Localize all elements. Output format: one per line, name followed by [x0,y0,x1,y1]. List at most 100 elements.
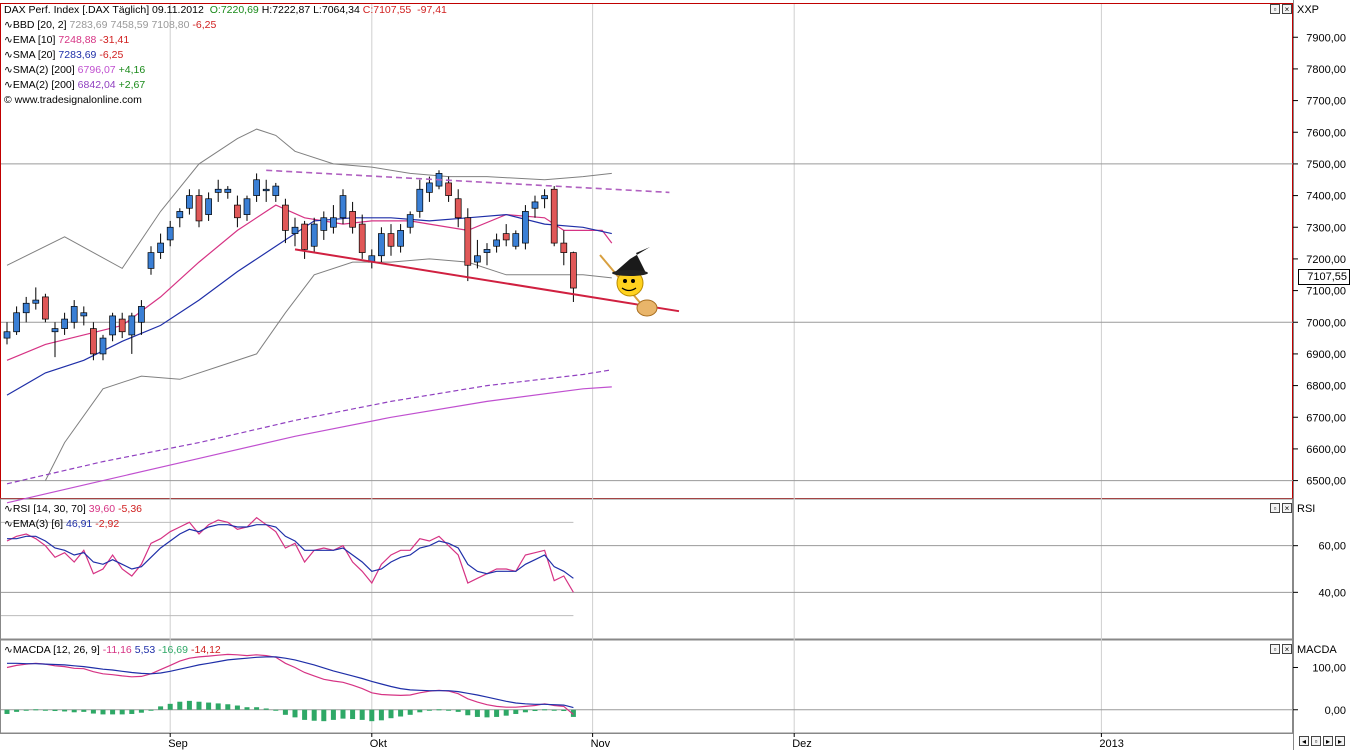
candle-body [272,185,280,196]
scroll-right-button[interactable]: ▸ [1323,736,1333,746]
macd-histogram-bar [350,709,356,720]
candle-body [61,318,68,329]
legend-macd-change: -14,12 [191,644,221,656]
y-tick-label: 7100,00 [1306,286,1346,298]
legend-bbd[interactable]: ∿BBD [20, 2] 7283,69 7458,59 7108,80 -6,25 [4,18,450,33]
price-legend: DAX Perf. Index [.DAX Täglich] 09.11.201… [4,3,450,108]
macd-legend: ∿MACDA [12, 26, 9] -11,16 5,53 -16,69 -14,12 [4,643,224,658]
candle-body [397,230,404,247]
candle-body [474,255,481,263]
macd-histogram-bar [330,709,336,720]
rsi-panel-restore-button[interactable]: ▫ [1270,503,1280,513]
macd-panel-restore-button[interactable]: ▫ [1270,644,1280,654]
candle-body [502,233,510,241]
legend-ema10[interactable]: ∿EMA [10] 7248,88 -31,41 [4,33,450,48]
sma200-line [6,386,612,504]
price-title-row: DAX Perf. Index [.DAX Täglich] 09.11.201… [4,3,450,18]
candle-body [32,299,40,304]
candle-body [176,211,184,219]
x-axis-ticks: Sep Okt Nov Dez 2013 [168,733,1124,750]
sma20-line [6,213,612,396]
legend-rsi-name: RSI [14, 30, 70] [12,503,86,515]
x-tick-label: Okt [370,738,387,750]
legend-rsi-ema-change: -2,92 [95,518,120,530]
macd-histogram-bar [484,709,490,718]
scroll-fit-button[interactable]: ▫ [1311,736,1321,746]
legend-rsi-ema-name: EMA(3) [6] [12,518,63,530]
candle-body [570,252,577,289]
y-tick-label: 60,00 [1318,541,1346,553]
macd-histogram-bar [446,709,452,711]
macd-histogram-bar [302,709,308,720]
candle-body [522,211,529,244]
legend-rsi-ema[interactable]: ∿EMA(3) [6] 46,91 -2,92 [4,517,145,532]
bollinger-bands [6,128,612,481]
candle-body [339,195,347,219]
macd-histogram-bar [340,709,346,719]
bollinger-lower-line [44,258,612,481]
legend-ema200[interactable]: ∿EMA(2) [200] 6842,04 +2,67 [4,78,450,93]
price-panel-restore-button[interactable]: ▫ [1270,4,1280,14]
candle-body [99,337,107,355]
legend-rsi-ema-value: 46,91 [66,518,93,530]
legend-sma20[interactable]: ∿SMA [20] 7283,69 -6,25 [4,48,450,63]
macd-histogram-bar [215,703,221,710]
candle-body [541,195,548,200]
legend-bbd-value: 7283,69 [69,19,108,31]
macd-histogram-bar [465,709,471,716]
legend-macd[interactable]: ∿MACDA [12, 26, 9] -11,16 5,53 -16,69 -14,12 [4,643,224,658]
macd-axis-title: MACDA [1297,644,1337,656]
macd-histogram-bar [254,707,260,710]
macd-histogram-bar [158,706,164,710]
legend-macd-name: MACDA [12, 26, 9] [12,644,100,656]
candle-body [80,312,88,317]
candle-body [454,198,462,219]
macd-signal-line [7,656,574,709]
legend-sma20-value: 7283,69 [58,49,97,61]
macd-histogram-bar [494,709,500,717]
macd-histogram-bar [311,709,317,721]
macd-histogram-bar [177,701,183,710]
y-tick-label: 7600,00 [1306,127,1346,139]
macd-histogram-bar [359,709,365,720]
chart-title: DAX Perf. Index [.DAX Täglich] 09.11.201… [4,4,204,16]
rsi-panel-close-button[interactable]: × [1282,503,1292,513]
macd-histogram-bar [62,709,68,712]
candle-body [51,328,59,333]
y-tick-label: 6600,00 [1306,444,1346,456]
y-tick-label: 6800,00 [1306,381,1346,393]
macd-histogram-bar [532,709,538,712]
macd-panel-close-button[interactable]: × [1282,644,1292,654]
candle-body [483,249,491,253]
legend-bbd-name: BBD [20, 2] [12,19,67,31]
scroll-end-button[interactable]: ▸ [1335,736,1345,746]
candle-body [109,315,116,336]
candle-body [118,318,126,333]
rsi-panel-frame [0,498,1293,640]
candle-body [157,242,164,253]
low-value: L:7064,34 [313,4,360,16]
chart-canvas: 6500,00 6600,00 6700,00 6800,00 6900,00 7000,… [0,0,1346,750]
candle-body [358,223,366,253]
candle-body [512,233,520,247]
candle-body [147,252,155,269]
legend-rsi[interactable]: ∿RSI [14, 30, 70] 39,60 -5,36 [4,502,145,517]
y-tick-label: 40,00 [1318,587,1346,599]
bollinger-upper-line [6,128,612,270]
macd-histogram-bar [503,709,509,716]
price-axis-title: XXP [1297,4,1320,16]
candle-body [282,204,289,231]
macd-histogram-bar [321,709,327,722]
legend-sma200[interactable]: ∿SMA(2) [200] 6796,07 +4,16 [4,63,450,78]
macd-histogram-bar [282,709,288,715]
candle-body [387,233,395,247]
candle-body [138,306,145,323]
price-panel-close-button[interactable]: × [1282,4,1292,14]
rsi-axis-title: RSI [1297,503,1316,515]
macd-histogram-bar [542,709,548,711]
y-tick-label: 7500,00 [1306,159,1346,171]
macd-line [6,653,574,715]
legend-sma200-name: SMA(2) [200] [12,64,75,76]
y-tick-label: 6700,00 [1306,412,1346,424]
scroll-left-button[interactable]: ◂ [1299,736,1309,746]
